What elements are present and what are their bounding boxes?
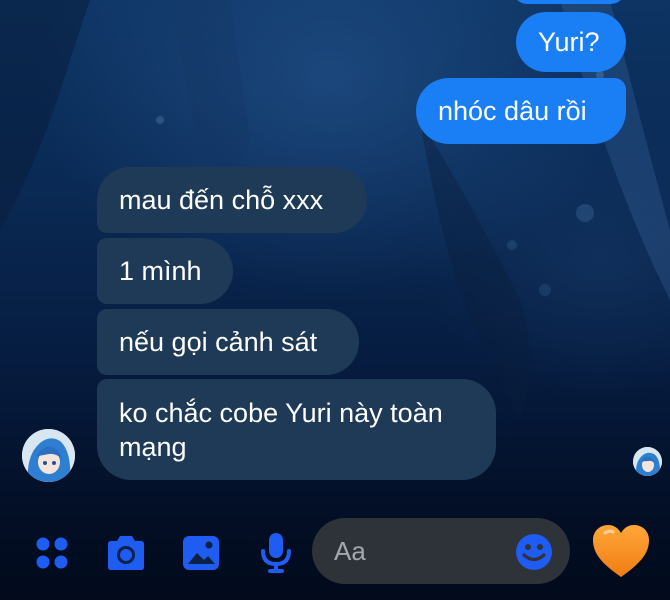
message-input[interactable]	[334, 532, 514, 570]
avatar-image	[633, 447, 662, 476]
outgoing-message[interactable]: Yuri?	[516, 12, 626, 72]
contact-avatar[interactable]	[22, 429, 75, 482]
message-text: mau đến chỗ xxx	[119, 185, 324, 215]
microphone-icon[interactable]	[254, 530, 298, 576]
camera-icon[interactable]	[102, 531, 150, 575]
gallery-icon[interactable]	[178, 531, 224, 575]
outgoing-message[interactable]: nhóc dâu rồi	[416, 78, 626, 144]
message-text: ko chắc cobe Yuri này toàn mạng	[119, 398, 443, 462]
apps-grid-icon[interactable]	[30, 533, 74, 573]
avatar-image	[22, 429, 75, 482]
incoming-message[interactable]: 1 mình	[97, 238, 233, 304]
read-receipt-avatar	[633, 447, 662, 476]
emoji-icon[interactable]	[514, 532, 554, 572]
heart-icon[interactable]	[590, 521, 652, 581]
message-text: nếu gọi cảnh sát	[119, 327, 318, 357]
incoming-message[interactable]: mau đến chỗ xxx	[97, 167, 367, 233]
message-text: Yuri?	[538, 27, 600, 57]
partial-outgoing-bubble	[513, 0, 625, 4]
incoming-message[interactable]: ko chắc cobe Yuri này toàn mạng	[97, 379, 496, 480]
message-composer[interactable]	[312, 518, 570, 584]
message-text: 1 mình	[119, 256, 202, 286]
chat-screen: Yuri? nhóc dâu rồi mau đến chỗ xxx 1 mìn…	[0, 0, 670, 600]
incoming-message[interactable]: nếu gọi cảnh sát	[97, 309, 359, 375]
message-text: nhóc dâu rồi	[438, 96, 587, 126]
